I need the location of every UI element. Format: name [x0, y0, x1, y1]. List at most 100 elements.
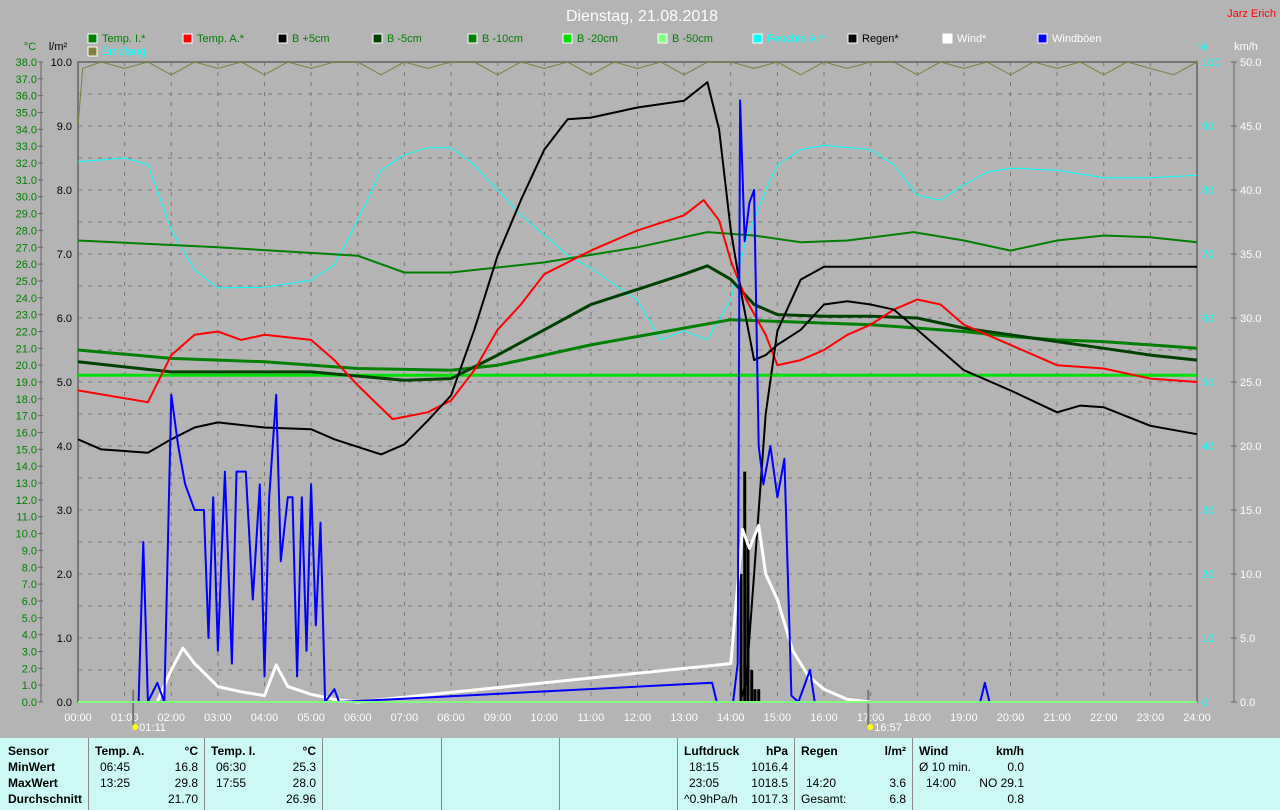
- x-tick-label: 22:00: [1090, 712, 1118, 724]
- temp-tick-label: 26.0: [16, 259, 37, 271]
- sun-icon: [867, 724, 874, 730]
- wind-tick-label: 15.0: [1240, 505, 1261, 517]
- druck-min-time: 18:15: [689, 760, 720, 774]
- druck-min-value: 1016.4: [751, 760, 788, 774]
- humidity-tick-label: 100: [1202, 57, 1220, 69]
- temp-a-header: Temp. A.: [95, 744, 145, 758]
- druck-header: Luftdruck: [684, 744, 740, 758]
- temp-tick-label: 23.0: [16, 310, 37, 322]
- temp-tick-label: 37.0: [16, 74, 37, 86]
- x-tick-label: 23:00: [1137, 712, 1165, 724]
- temp-i-max-time: 17:55: [216, 776, 247, 790]
- regen-max-value: 3.6: [889, 776, 906, 790]
- legend-label-bm10: B -10cm: [482, 33, 523, 45]
- axis-unit-temp: °C: [24, 41, 36, 53]
- col-luftdruck: Luftdruck hPa 18:15 1016.4 23:05 1018.5 …: [678, 738, 795, 810]
- axis-unit-hum: %: [1198, 41, 1208, 53]
- wind-max-value: NO 29.1: [979, 776, 1024, 790]
- durchschnitt-label: Durchschnitt: [8, 792, 83, 806]
- wind-max-time: 14:00: [926, 776, 957, 790]
- x-tick-label: 20:00: [997, 712, 1025, 724]
- legend-swatch-bm10: [467, 33, 478, 44]
- legend-label-b5: B +5cm: [292, 33, 330, 45]
- chart-title: Dienstag, 21.08.2018: [566, 8, 718, 25]
- wind-mean: 0.8: [1007, 792, 1024, 806]
- humidity-tick-label: 0: [1202, 697, 1208, 709]
- temp-tick-label: 5.0: [22, 613, 37, 625]
- temp-tick-label: 31.0: [16, 175, 37, 187]
- wind-tick-label: 0.0: [1240, 697, 1255, 709]
- legend-label-bm5: B -5cm: [387, 33, 422, 45]
- minwert-label: MinWert: [8, 760, 56, 774]
- temp-tick-label: 22.0: [16, 326, 37, 338]
- humidity-tick-label: 90: [1202, 121, 1214, 133]
- temp-tick-label: 6.0: [22, 596, 37, 608]
- druck-unit: hPa: [765, 744, 788, 758]
- col-temp-i: Temp. I. °C 06:30 25.3 17:55 28.0 26.96: [205, 738, 323, 810]
- legend-swatch-b5: [277, 33, 288, 44]
- legend-label-temp_a: Temp. A.*: [197, 33, 245, 45]
- legend-swatch-bm20: [562, 33, 573, 44]
- temp-tick-label: 38.0: [16, 57, 37, 69]
- x-tick-label: 01:00: [111, 712, 139, 724]
- x-tick-label: 06:00: [344, 712, 372, 724]
- temp-a-unit: °C: [184, 744, 198, 758]
- rain-tick-label: 1.0: [57, 633, 72, 645]
- temp-tick-label: 34.0: [16, 124, 37, 136]
- legend-swatch-regen: [847, 33, 858, 44]
- temp-tick-label: 7.0: [22, 579, 37, 591]
- owner-name: Jarz Erich: [1227, 8, 1276, 20]
- legend-label-temp_i: Temp. I.*: [102, 33, 146, 45]
- x-tick-label: 03:00: [204, 712, 232, 724]
- wind-avg-value: 0.0: [1007, 760, 1024, 774]
- humidity-tick-label: 20: [1202, 569, 1214, 581]
- druck-max-time: 23:05: [689, 776, 720, 790]
- temp-tick-label: 8.0: [22, 562, 37, 574]
- legend-swatch-temp_i: [87, 33, 98, 44]
- temp-tick-label: 27.0: [16, 242, 37, 254]
- temp-tick-label: 13.0: [16, 478, 37, 490]
- rain-tick-label: 7.0: [57, 249, 72, 261]
- legend-label-bm50: B -50cm: [672, 33, 713, 45]
- temp-tick-label: 9.0: [22, 545, 37, 557]
- temp-tick-label: 33.0: [16, 141, 37, 153]
- temp-a-max-value: 29.8: [174, 776, 198, 790]
- legend-swatch-empfang: [87, 46, 98, 57]
- temp-tick-label: 21.0: [16, 343, 37, 355]
- axis-unit-rain: l/m²: [49, 41, 68, 53]
- col-regen: Regen l/m² 14:20 3.6 Gesamt: 6.8: [795, 738, 913, 810]
- temp-tick-label: 24.0: [16, 293, 37, 305]
- regen-total-label: Gesamt:: [801, 792, 847, 806]
- sun-marker-time: 16:57: [874, 722, 902, 734]
- sun-icon: [132, 724, 139, 730]
- temp-tick-label: 36.0: [16, 91, 37, 103]
- col-sensor: Sensor MinWert MaxWert Durchschnitt: [0, 738, 89, 810]
- legend-swatch-boeen: [1037, 33, 1048, 44]
- rain-tick-label: 9.0: [57, 121, 72, 133]
- legend-swatch-bm50: [657, 33, 668, 44]
- humidity-tick-label: 10: [1202, 633, 1214, 645]
- humidity-tick-label: 70: [1202, 249, 1214, 261]
- wind-tick-label: 40.0: [1240, 185, 1261, 197]
- legend-label-boeen: Windböen: [1052, 33, 1102, 45]
- legend-label-wind: Wind*: [957, 33, 987, 45]
- statistics-table: Sensor MinWert MaxWert Durchschnitt Temp…: [0, 738, 1280, 810]
- temp-tick-label: 29.0: [16, 209, 37, 221]
- x-tick-label: 09:00: [484, 712, 512, 724]
- druck-avg: 1017.3: [751, 792, 788, 806]
- rain-tick-label: 4.0: [57, 441, 72, 453]
- wind-tick-label: 5.0: [1240, 633, 1255, 645]
- col-temp-a: Temp. A. °C 06:45 16.8 13:25 29.8 21.70: [89, 738, 205, 810]
- wind-tick-label: 20.0: [1240, 441, 1261, 453]
- temp-tick-label: 35.0: [16, 108, 37, 120]
- temp-tick-label: 25.0: [16, 276, 37, 288]
- druck-max-value: 1018.5: [751, 776, 788, 790]
- x-tick-label: 07:00: [391, 712, 419, 724]
- temp-i-unit: °C: [302, 744, 316, 758]
- temp-i-min-time: 06:30: [216, 760, 247, 774]
- maxwert-label: MaxWert: [8, 776, 58, 790]
- temp-tick-label: 3.0: [22, 646, 37, 658]
- legend-swatch-bm5: [372, 33, 383, 44]
- col-wind: Wind km/h Ø 10 min. 0.0 14:00 NO 29.1 0.…: [913, 738, 1030, 810]
- temp-tick-label: 16.0: [16, 428, 37, 440]
